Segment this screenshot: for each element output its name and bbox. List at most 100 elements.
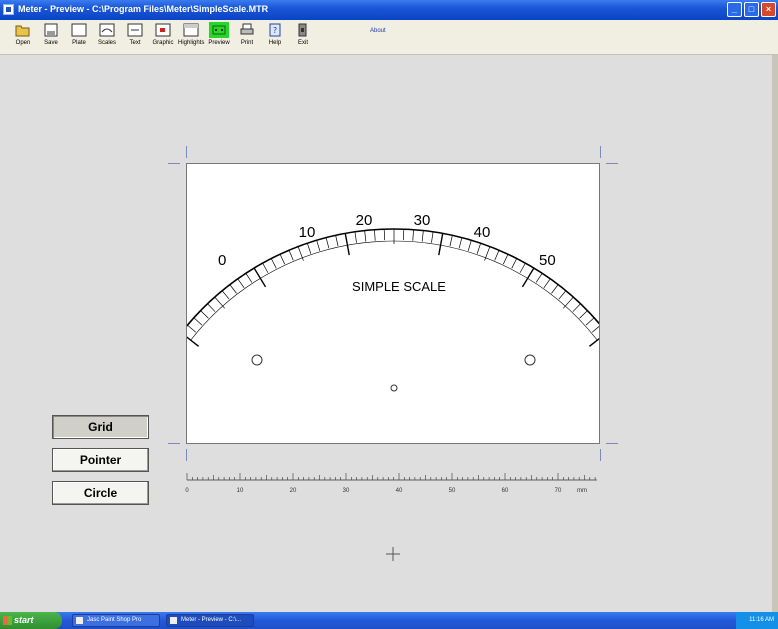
scale-tick	[214, 296, 225, 309]
scale-tick	[187, 336, 200, 347]
ruler-label: 0	[185, 488, 189, 494]
taskbar-item-label: Meter - Preview - C:\...	[181, 617, 242, 623]
scale-label: 10	[299, 224, 316, 241]
scale-label: 40	[474, 224, 491, 241]
workspace-edge	[772, 55, 778, 612]
taskbar-item-label: Jasc Paint Shop Pro	[87, 617, 142, 623]
scale-tick	[563, 296, 574, 309]
dial-scale: 0 10 20 30 40 50 SIMPLE SCALE	[187, 212, 599, 392]
maximize-button[interactable]: □	[744, 2, 759, 17]
tool-label: Highlights	[178, 40, 205, 46]
text-icon	[127, 23, 143, 37]
scale-tick	[421, 230, 424, 242]
scale-tick	[207, 303, 216, 312]
highlights-icon	[183, 23, 199, 37]
preview-tool-button[interactable]: Preview	[206, 22, 232, 52]
scale-label: 20	[356, 212, 373, 229]
scale-tick	[543, 278, 551, 288]
app-icon[interactable]	[3, 4, 14, 15]
meter-app-icon	[170, 617, 177, 624]
exit-tool-button[interactable]: Exit	[290, 22, 316, 52]
preview-icon	[212, 25, 226, 35]
crosshair-cursor-icon	[386, 547, 400, 561]
graphic-icon	[155, 23, 171, 37]
scale-tick	[412, 229, 414, 241]
meter-plate: 0 10 20 30 40 50 SIMPLE SCALE	[186, 163, 600, 444]
scale-tick	[354, 231, 357, 243]
tool-label: Graphic	[152, 40, 174, 46]
crop-mark	[186, 146, 187, 158]
print-tool-button[interactable]: Print	[234, 22, 260, 52]
scale-tick	[335, 235, 339, 247]
highlights-tool-button[interactable]: Highlights	[178, 22, 204, 52]
ruler-label: 40	[396, 488, 403, 494]
scale-tick	[467, 240, 472, 251]
scale-tick	[229, 284, 237, 294]
ruler-ticks	[186, 473, 596, 480]
mounting-hole	[524, 354, 536, 366]
windows-flag-icon	[3, 616, 12, 625]
ruler-label: 70	[555, 488, 562, 494]
scale-tick	[519, 262, 526, 273]
scale-tick	[585, 317, 595, 326]
crop-mark	[606, 443, 618, 444]
scale-tick	[438, 233, 444, 256]
scales-icon	[99, 23, 115, 37]
tool-label: Plate	[72, 40, 86, 46]
scale-tick	[588, 337, 599, 347]
plate-tool-button[interactable]: Plate	[66, 22, 92, 52]
crop-mark	[186, 449, 187, 461]
title-bar[interactable]: Meter - Preview - C:\Program Files\Meter…	[0, 0, 778, 20]
grid-button[interactable]: Grid	[52, 415, 149, 439]
scale-tick	[558, 290, 567, 300]
crop-mark	[168, 163, 180, 164]
scale-tick	[494, 250, 500, 261]
about-link[interactable]: About	[370, 28, 386, 34]
tool-label: Exit	[297, 40, 308, 46]
minimize-button[interactable]: _	[727, 2, 742, 17]
ruler-label: 10	[237, 488, 244, 494]
circle-button[interactable]: Circle	[52, 481, 149, 505]
scale-tick	[307, 243, 312, 254]
text-tool-button[interactable]: Text	[122, 22, 148, 52]
scales-tool-button[interactable]: Scales	[94, 22, 120, 52]
taskbar-item-meter[interactable]: Meter - Preview - C:\...	[166, 614, 254, 627]
folder-open-icon	[15, 25, 30, 37]
start-label: start	[14, 615, 34, 625]
scale-label: 30	[414, 212, 431, 229]
scale-tick	[449, 235, 453, 247]
scale-tick	[572, 303, 581, 312]
scale-tick	[374, 229, 376, 241]
scale-tick	[279, 254, 286, 265]
help-tool-button[interactable]: ? Help	[262, 22, 288, 52]
crop-mark	[606, 163, 618, 164]
taskbar: start Jasc Paint Shop Pro Meter - Previe…	[0, 612, 778, 629]
paint-shop-icon	[76, 617, 83, 624]
pivot-hole	[390, 384, 398, 392]
save-tool-button[interactable]: Save	[38, 22, 64, 52]
pointer-button[interactable]: Pointer	[52, 448, 149, 472]
scale-caption: SIMPLE SCALE	[352, 279, 446, 294]
tool-label: Help	[268, 40, 282, 46]
scale-tick	[221, 290, 230, 300]
scale-label: 50	[539, 252, 556, 269]
mm-ruler: 0 10 20 30 40 50 60 70 mm	[185, 473, 597, 494]
start-button[interactable]: start	[0, 612, 62, 629]
exit-icon	[298, 23, 307, 37]
ruler-label: 50	[449, 488, 456, 494]
window-controls: _ □ ×	[727, 2, 776, 17]
scale-tick	[288, 250, 294, 261]
ruler-label: 20	[290, 488, 297, 494]
scale-tick	[316, 240, 321, 251]
plate-icon	[71, 23, 87, 37]
taskbar-item-paint-shop[interactable]: Jasc Paint Shop Pro	[72, 614, 160, 627]
scale-tick	[502, 254, 509, 265]
scale-tick	[270, 258, 277, 269]
close-button[interactable]: ×	[761, 2, 776, 17]
mounting-hole	[251, 354, 263, 366]
window-title: Meter - Preview - C:\Program Files\Meter…	[18, 4, 269, 14]
scale-tick	[200, 310, 209, 319]
graphic-tool-button[interactable]: Graphic	[150, 22, 176, 52]
scale-tick	[187, 324, 197, 333]
open-tool-button[interactable]: Open	[10, 22, 36, 52]
